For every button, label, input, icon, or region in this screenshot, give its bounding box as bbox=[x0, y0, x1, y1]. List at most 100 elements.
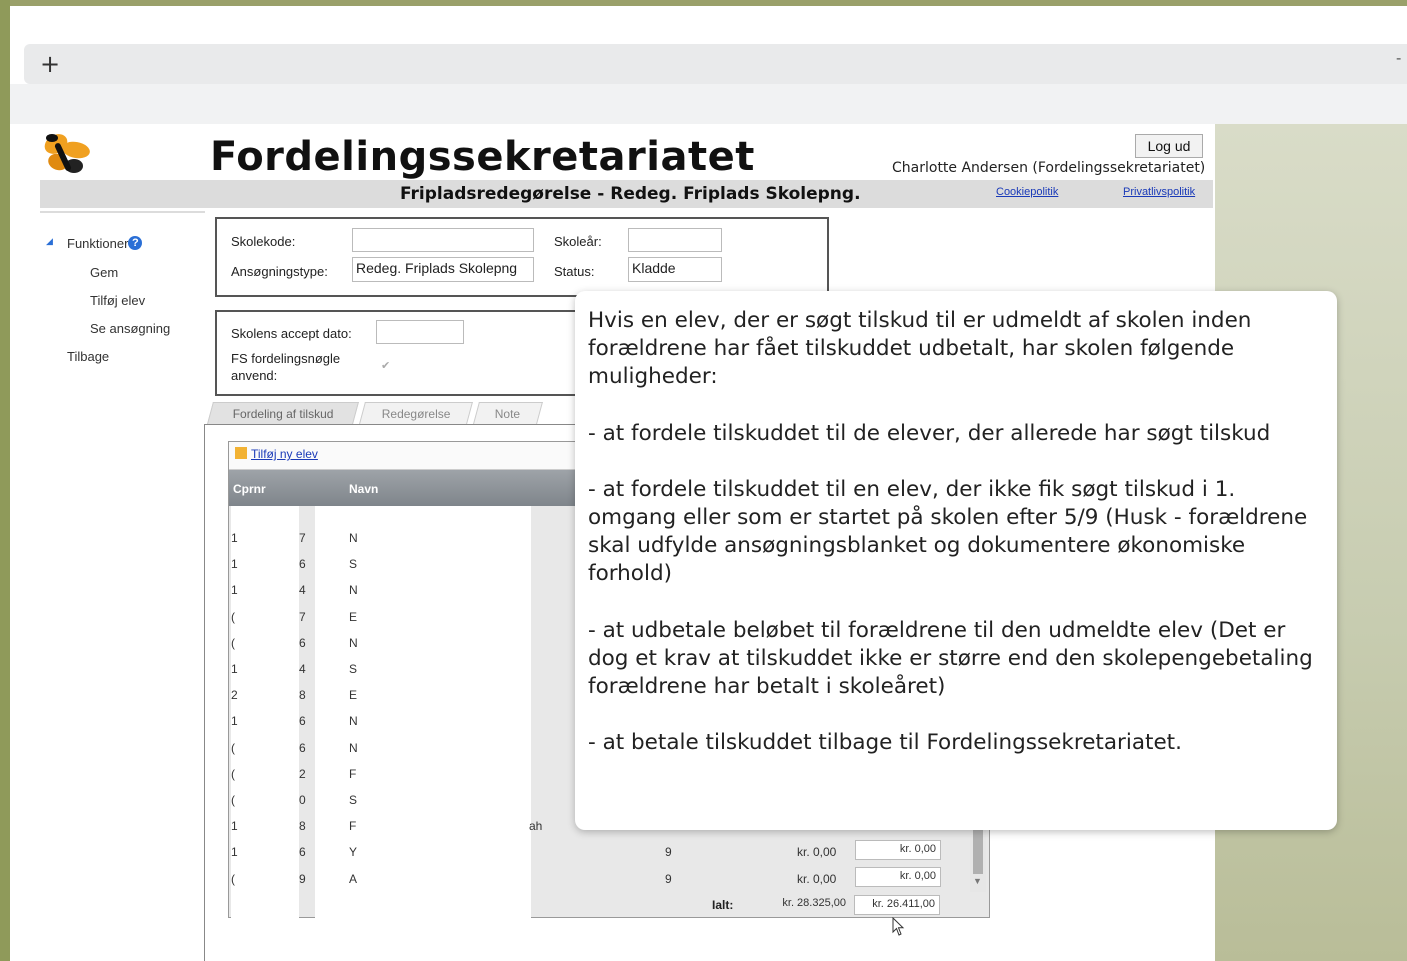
new-tab-button[interactable]: + bbox=[40, 50, 60, 78]
sidebar-heading: Funktioner? bbox=[67, 236, 143, 251]
cell-navn: E bbox=[349, 609, 358, 624]
cell-number: 4 bbox=[299, 583, 306, 598]
popup-paragraph: Hvis en elev, der er søgt tilskud til er… bbox=[588, 308, 1259, 390]
col-navn[interactable]: Navn bbox=[349, 482, 378, 496]
cell-amount-input[interactable]: kr. 0,00 bbox=[855, 866, 941, 887]
cell-navn: N bbox=[349, 714, 358, 729]
butterfly-logo-icon bbox=[44, 134, 90, 173]
accept-date-label: Skolens accept dato: bbox=[231, 326, 352, 341]
privacy-policy-link[interactable]: Privatlivspolitik bbox=[1123, 186, 1195, 198]
cell-cprnr: 2 bbox=[231, 688, 238, 703]
cell-number: 7 bbox=[299, 531, 306, 545]
cell-cprnr: ( bbox=[231, 635, 235, 650]
add-note-icon bbox=[235, 447, 247, 459]
status-label: Status: bbox=[554, 264, 595, 279]
cell-number: 6 bbox=[299, 714, 306, 729]
cell-cprnr: 1 bbox=[231, 531, 238, 545]
cell-extra: ah bbox=[529, 819, 543, 834]
cell-cprnr: 1 bbox=[231, 819, 238, 834]
popup-paragraph: - at fordele tilskuddet til de elever, d… bbox=[588, 420, 1271, 446]
mouse-cursor-icon bbox=[892, 917, 905, 936]
tab-fordeling[interactable]: Fordeling af tilskud bbox=[207, 402, 359, 424]
cell-count: 9 bbox=[665, 845, 672, 860]
cell-navn: E bbox=[349, 688, 358, 703]
help-icon[interactable]: ? bbox=[128, 236, 143, 250]
tab-redegoerelse[interactable]: Redegørelse bbox=[359, 402, 473, 424]
col-cprnr[interactable]: Cprnr bbox=[233, 482, 266, 496]
cell-cprnr: 1 bbox=[231, 714, 238, 729]
sidebar-item-tilfoej-elev[interactable]: Tilføj elev bbox=[90, 293, 145, 308]
cell-amount-input[interactable]: kr. 0,00 bbox=[855, 840, 941, 861]
total-amount-1: kr. 28.325,00 bbox=[782, 897, 846, 909]
page-title: Fordelingssekretariatet bbox=[210, 134, 755, 180]
browser-tabstrip bbox=[24, 44, 1407, 84]
add-student-link[interactable]: Tilføj ny elev bbox=[235, 447, 318, 461]
status-field[interactable]: Kladde bbox=[628, 257, 722, 282]
popup-paragraph: - at fordele tilskuddet til en elev, der… bbox=[588, 476, 1315, 587]
sidebar-item-gem[interactable]: Gem bbox=[90, 265, 118, 280]
cell-number: 7 bbox=[299, 609, 306, 624]
total-amount-2: kr. 26.411,00 bbox=[854, 895, 940, 915]
cell-number: 6 bbox=[299, 845, 306, 860]
tab-note[interactable]: Note bbox=[473, 402, 543, 424]
cell-number: 6 bbox=[299, 557, 306, 572]
browser-toolbar bbox=[10, 84, 1407, 124]
user-name: Charlotte Andersen (Fordelingssekretaria… bbox=[892, 160, 1206, 176]
page-subtitle: Fripladsredegørelse - Redeg. Friplads Sk… bbox=[400, 184, 861, 204]
cell-number: 6 bbox=[299, 635, 306, 650]
popup-paragraph: - at betale tilskuddet tilbage til Forde… bbox=[588, 730, 1182, 756]
tab-fordeling-label: Fordeling af tilskud bbox=[232, 406, 334, 421]
total-label: Ialt: bbox=[712, 898, 734, 912]
cell-navn: N bbox=[349, 740, 358, 755]
logout-button[interactable]: Log ud bbox=[1135, 134, 1203, 158]
cell-cprnr: 1 bbox=[231, 662, 238, 676]
cell-navn: F bbox=[349, 819, 357, 834]
cell-number: 8 bbox=[299, 688, 306, 703]
cell-navn: N bbox=[349, 531, 358, 545]
cookie-policy-link[interactable]: Cookiepolitik bbox=[996, 186, 1058, 198]
ansoegningstype-field[interactable]: Redeg. Friplads Skolepng bbox=[352, 257, 534, 282]
fs-key-checkbox[interactable]: ✔ bbox=[381, 359, 393, 372]
skoleaar-field[interactable] bbox=[628, 228, 722, 252]
minimize-button[interactable]: - bbox=[1396, 50, 1401, 68]
add-student-label: Tilføj ny elev bbox=[251, 447, 318, 461]
background-frame bbox=[0, 0, 10, 961]
cell-number: 6 bbox=[299, 740, 306, 755]
cell-navn: S bbox=[349, 557, 358, 572]
sidebar-heading-label: Funktioner bbox=[67, 236, 129, 251]
accept-date-field[interactable] bbox=[376, 320, 464, 344]
cell-navn: N bbox=[349, 583, 358, 598]
cell-cprnr: 1 bbox=[231, 583, 238, 598]
cell-cprnr: ( bbox=[231, 871, 235, 886]
popup-paragraph: - at udbetale beløbet til forældrene til… bbox=[588, 617, 1320, 700]
cell-count: 9 bbox=[665, 871, 672, 886]
cell-number: 8 bbox=[299, 819, 306, 834]
table-row[interactable]: (9 A 9 kr. 0,00 kr. 0,00 bbox=[229, 865, 989, 891]
cell-navn: N bbox=[349, 635, 358, 650]
info-popup: Hvis en elev, der er søgt tilskud til er… bbox=[575, 291, 1337, 830]
sidebar-item-se-ansoegning[interactable]: Se ansøgning bbox=[90, 321, 170, 336]
cell-navn: S bbox=[349, 662, 358, 676]
skolekode-field[interactable] bbox=[352, 228, 534, 252]
skoleaar-label: Skoleår: bbox=[554, 234, 602, 249]
ansoegningstype-label: Ansøgningstype: bbox=[231, 264, 328, 279]
cell-cprnr: 1 bbox=[231, 557, 238, 572]
sidebar-divider bbox=[40, 211, 205, 213]
scroll-down-icon[interactable]: ▼ bbox=[973, 876, 982, 886]
fs-apply-label: anvend: bbox=[231, 368, 278, 383]
expand-arrow-icon: ◢ bbox=[46, 236, 53, 246]
cell-cprnr: ( bbox=[231, 609, 235, 624]
scroll-thumb[interactable] bbox=[973, 830, 983, 874]
cell-cprnr: ( bbox=[231, 766, 235, 781]
sidebar-item-tilbage[interactable]: Tilbage bbox=[67, 349, 109, 364]
cell-amount: kr. 0,00 bbox=[797, 845, 837, 860]
grid-scrollbar[interactable]: ▼ bbox=[970, 826, 986, 892]
cell-cprnr: ( bbox=[231, 793, 235, 807]
cell-number: 0 bbox=[299, 793, 306, 807]
fs-key-label: FS fordelingsnøgle bbox=[231, 351, 341, 366]
table-row[interactable]: 1 6 Y 9 kr. 0,00 kr. 0,00 bbox=[229, 838, 989, 864]
tab-redegoerelse-label: Redegørelse bbox=[381, 406, 451, 421]
cell-navn: F bbox=[349, 766, 357, 781]
cell-number: 2 bbox=[299, 766, 306, 781]
cell-navn: A bbox=[349, 871, 358, 886]
